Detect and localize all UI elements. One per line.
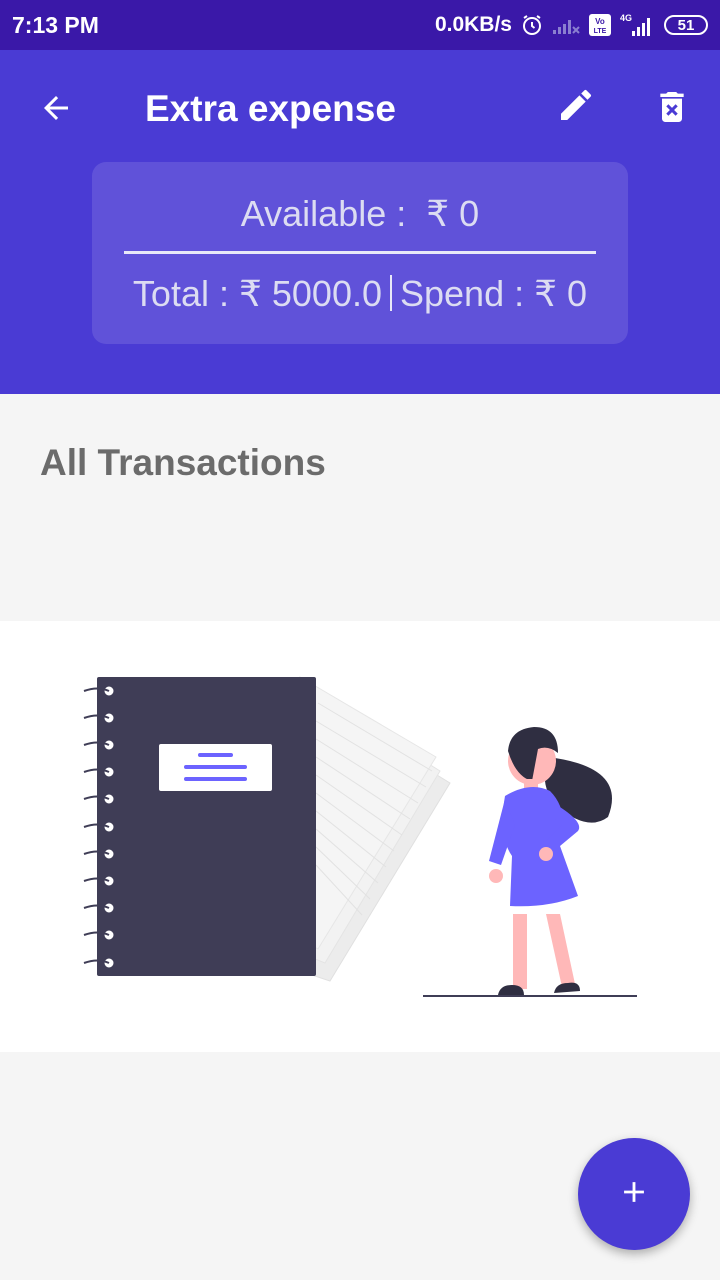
spend-value: ₹ 0 <box>534 273 588 314</box>
card-divider <box>124 251 596 254</box>
balance-card: Available : ₹ 0 Total : ₹ 5000.0 Spend : … <box>92 162 628 344</box>
signal-4g-icon: 4G <box>620 12 656 38</box>
arrow-left-icon <box>38 90 74 131</box>
signal-weak-icon <box>552 15 580 35</box>
delete-button[interactable] <box>646 83 698 135</box>
total-label: Total : <box>132 273 229 314</box>
svg-text:Vo: Vo <box>595 17 605 26</box>
available-value: ₹ 0 <box>426 193 480 234</box>
notebook-cover <box>97 677 316 976</box>
status-bar: 7:13 PM 0.0KB/s Vo LTE 4G 51 <box>0 0 720 50</box>
alarm-icon <box>520 13 544 37</box>
network-type-label: 4G <box>620 13 632 23</box>
totals-separator <box>390 275 392 311</box>
status-time: 7:13 PM <box>12 11 99 38</box>
empty-transactions-panel <box>0 621 720 1052</box>
status-icons: 0.0KB/s Vo LTE 4G 51 <box>435 12 708 38</box>
app-bar: Extra expense Available : ₹ 0 Total : ₹ … <box>0 50 720 394</box>
network-speed: 0.0KB/s <box>434 13 512 36</box>
available-label: Available : <box>240 193 407 234</box>
edit-button[interactable] <box>552 83 600 131</box>
available-row: Available : ₹ 0 <box>92 192 628 236</box>
battery-icon: 51 <box>664 15 708 35</box>
volte-icon: Vo LTE <box>588 13 612 37</box>
total-value: ₹ 5000.0 <box>238 273 382 314</box>
back-button[interactable] <box>32 86 80 134</box>
trash-icon <box>652 87 692 132</box>
battery-level: 51 <box>677 16 695 34</box>
notebook-pages <box>299 676 451 982</box>
woman-figure <box>489 727 612 995</box>
spend-label: Spend : <box>400 273 525 314</box>
pencil-icon <box>556 85 596 130</box>
page-title: Extra expense <box>145 88 396 129</box>
add-transaction-button[interactable] <box>578 1138 690 1250</box>
plus-icon <box>617 1175 651 1214</box>
totals-row: Total : ₹ 5000.0 Spend : ₹ 0 <box>92 272 628 316</box>
svg-text:LTE: LTE <box>594 28 607 35</box>
transactions-title: All Transactions <box>40 442 326 483</box>
notebook-and-woman-illustration <box>83 676 637 997</box>
